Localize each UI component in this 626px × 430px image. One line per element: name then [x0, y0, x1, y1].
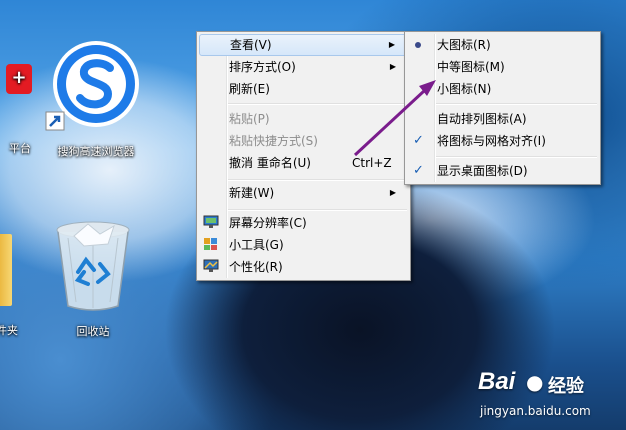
paw-icon: ● [526, 370, 544, 394]
watermark-brand-suffix: 经验 [548, 376, 584, 397]
watermark-brand: Bai [478, 368, 516, 395]
watermark-url: jingyan.baidu.com [480, 404, 591, 418]
baidu-jingyan-watermark: Bai ● 经验 jingyan.baidu.com [476, 366, 624, 426]
